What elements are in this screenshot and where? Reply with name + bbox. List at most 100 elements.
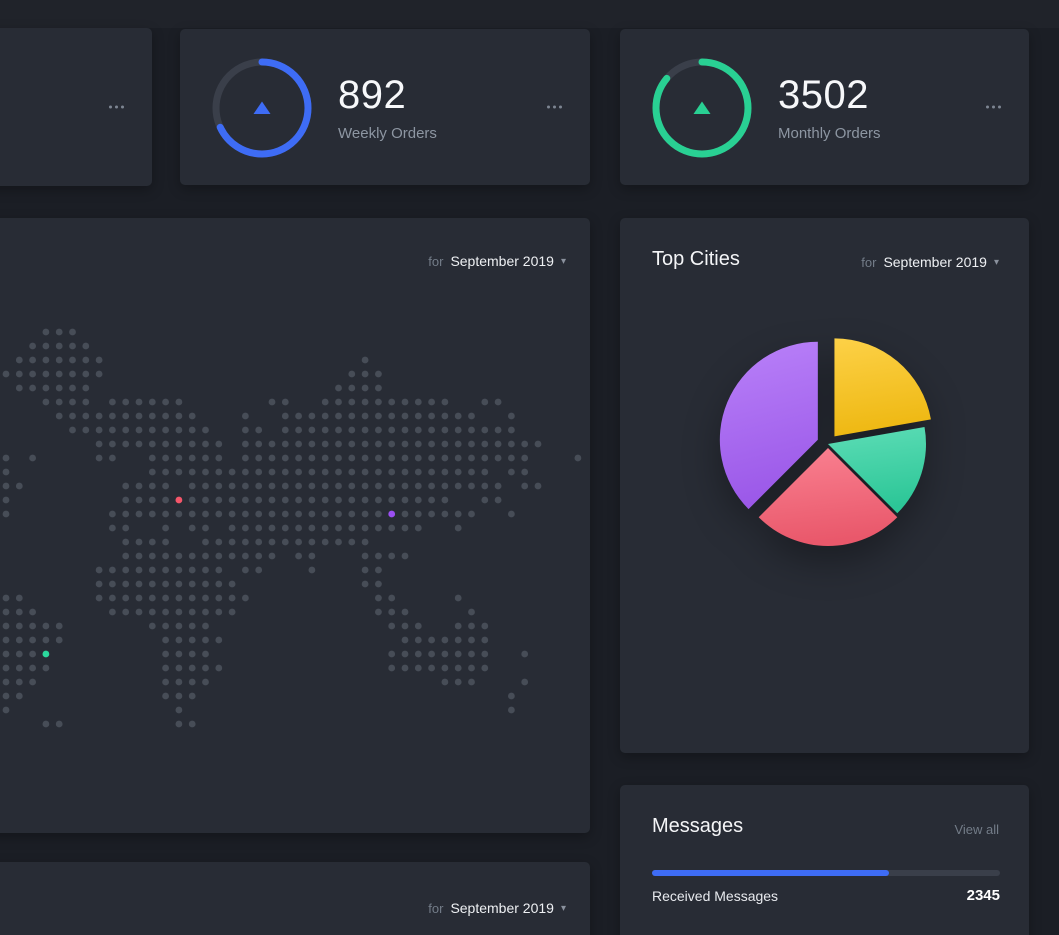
map-dot	[215, 595, 222, 602]
map-dot	[295, 539, 302, 546]
map-city-marker[interactable]	[43, 651, 50, 658]
map-dot	[282, 483, 289, 490]
map-dot	[176, 651, 183, 658]
map-dot	[56, 357, 63, 364]
map-dot	[402, 651, 409, 658]
map-dot	[3, 637, 10, 644]
map-dot	[468, 623, 475, 630]
map-dot	[322, 511, 329, 518]
map-dot	[495, 483, 502, 490]
map-dot	[481, 455, 488, 462]
map-dot	[481, 651, 488, 658]
map-dot	[242, 595, 249, 602]
map-dot	[162, 427, 169, 434]
map-dot	[322, 525, 329, 532]
map-dot	[468, 455, 475, 462]
map-dot	[202, 441, 209, 448]
map-dot	[176, 567, 183, 574]
map-city-marker[interactable]	[388, 511, 395, 518]
map-dot	[415, 511, 422, 518]
more-options-icon[interactable]	[545, 100, 564, 115]
month-filter-dropdown[interactable]: for September 2019 ▾	[428, 900, 566, 916]
map-dot	[348, 441, 355, 448]
map-dot	[229, 511, 236, 518]
map-dot	[428, 497, 435, 504]
map-dot	[415, 637, 422, 644]
map-dot	[481, 469, 488, 476]
map-dot	[348, 399, 355, 406]
map-dot	[242, 511, 249, 518]
map-dot	[362, 539, 369, 546]
map-dot	[82, 371, 89, 378]
map-dot	[348, 469, 355, 476]
map-dot	[468, 651, 475, 658]
more-options-icon[interactable]	[107, 100, 126, 115]
filter-prefix: for	[428, 901, 443, 916]
map-dot	[415, 497, 422, 504]
map-dot	[388, 623, 395, 630]
map-dot	[29, 385, 36, 392]
map-dot	[375, 567, 382, 574]
map-dot	[468, 679, 475, 686]
map-dot	[508, 693, 515, 700]
map-dot	[3, 665, 10, 672]
map-dot	[202, 497, 209, 504]
map-dot	[16, 609, 23, 616]
map-dot	[335, 441, 342, 448]
map-dot	[136, 595, 143, 602]
map-city-marker[interactable]	[176, 497, 183, 504]
map-dot	[335, 539, 342, 546]
map-dot	[508, 455, 515, 462]
map-dot	[162, 399, 169, 406]
map-dot	[468, 665, 475, 672]
map-dot	[455, 511, 462, 518]
map-dot	[149, 455, 156, 462]
month-filter-dropdown[interactable]: for September 2019 ▾	[861, 254, 999, 270]
map-dot	[189, 665, 196, 672]
map-dot	[442, 651, 449, 658]
map-dot	[455, 595, 462, 602]
received-messages-label: Received Messages	[652, 888, 778, 904]
view-all-link[interactable]: View all	[954, 822, 999, 837]
filter-prefix: for	[861, 255, 876, 270]
map-dot	[109, 427, 116, 434]
map-dot	[136, 609, 143, 616]
map-dot	[3, 679, 10, 686]
map-dot	[282, 427, 289, 434]
map-dot	[309, 553, 316, 560]
weekly-orders-card: 892 Weekly Orders	[180, 29, 590, 185]
map-dot	[362, 581, 369, 588]
map-dot	[109, 609, 116, 616]
map-dot	[375, 441, 382, 448]
map-dot	[468, 511, 475, 518]
map-dot	[295, 469, 302, 476]
more-options-icon[interactable]	[984, 100, 1003, 115]
dashboard-page: 892 Weekly Orders 3502 Monthly Orders fo…	[0, 0, 1059, 935]
map-dot	[375, 497, 382, 504]
map-dot	[229, 525, 236, 532]
map-dot	[3, 651, 10, 658]
map-dot	[242, 441, 249, 448]
map-dot	[508, 707, 515, 714]
map-dot	[375, 413, 382, 420]
map-dot	[176, 665, 183, 672]
map-dot	[82, 413, 89, 420]
map-dot	[402, 553, 409, 560]
map-dot	[162, 553, 169, 560]
map-dot	[309, 497, 316, 504]
map-dot	[402, 455, 409, 462]
map-dot	[229, 539, 236, 546]
map-dot	[43, 329, 50, 336]
map-dot	[189, 637, 196, 644]
map-dot	[362, 553, 369, 560]
map-dot	[149, 567, 156, 574]
map-dot	[29, 371, 36, 378]
map-dot	[149, 623, 156, 630]
world-map-card: for September 2019 ▾	[0, 218, 590, 833]
map-dot	[362, 497, 369, 504]
map-dot	[162, 623, 169, 630]
map-dot	[229, 609, 236, 616]
map-dot	[428, 483, 435, 490]
map-dot	[442, 483, 449, 490]
map-dot	[189, 441, 196, 448]
